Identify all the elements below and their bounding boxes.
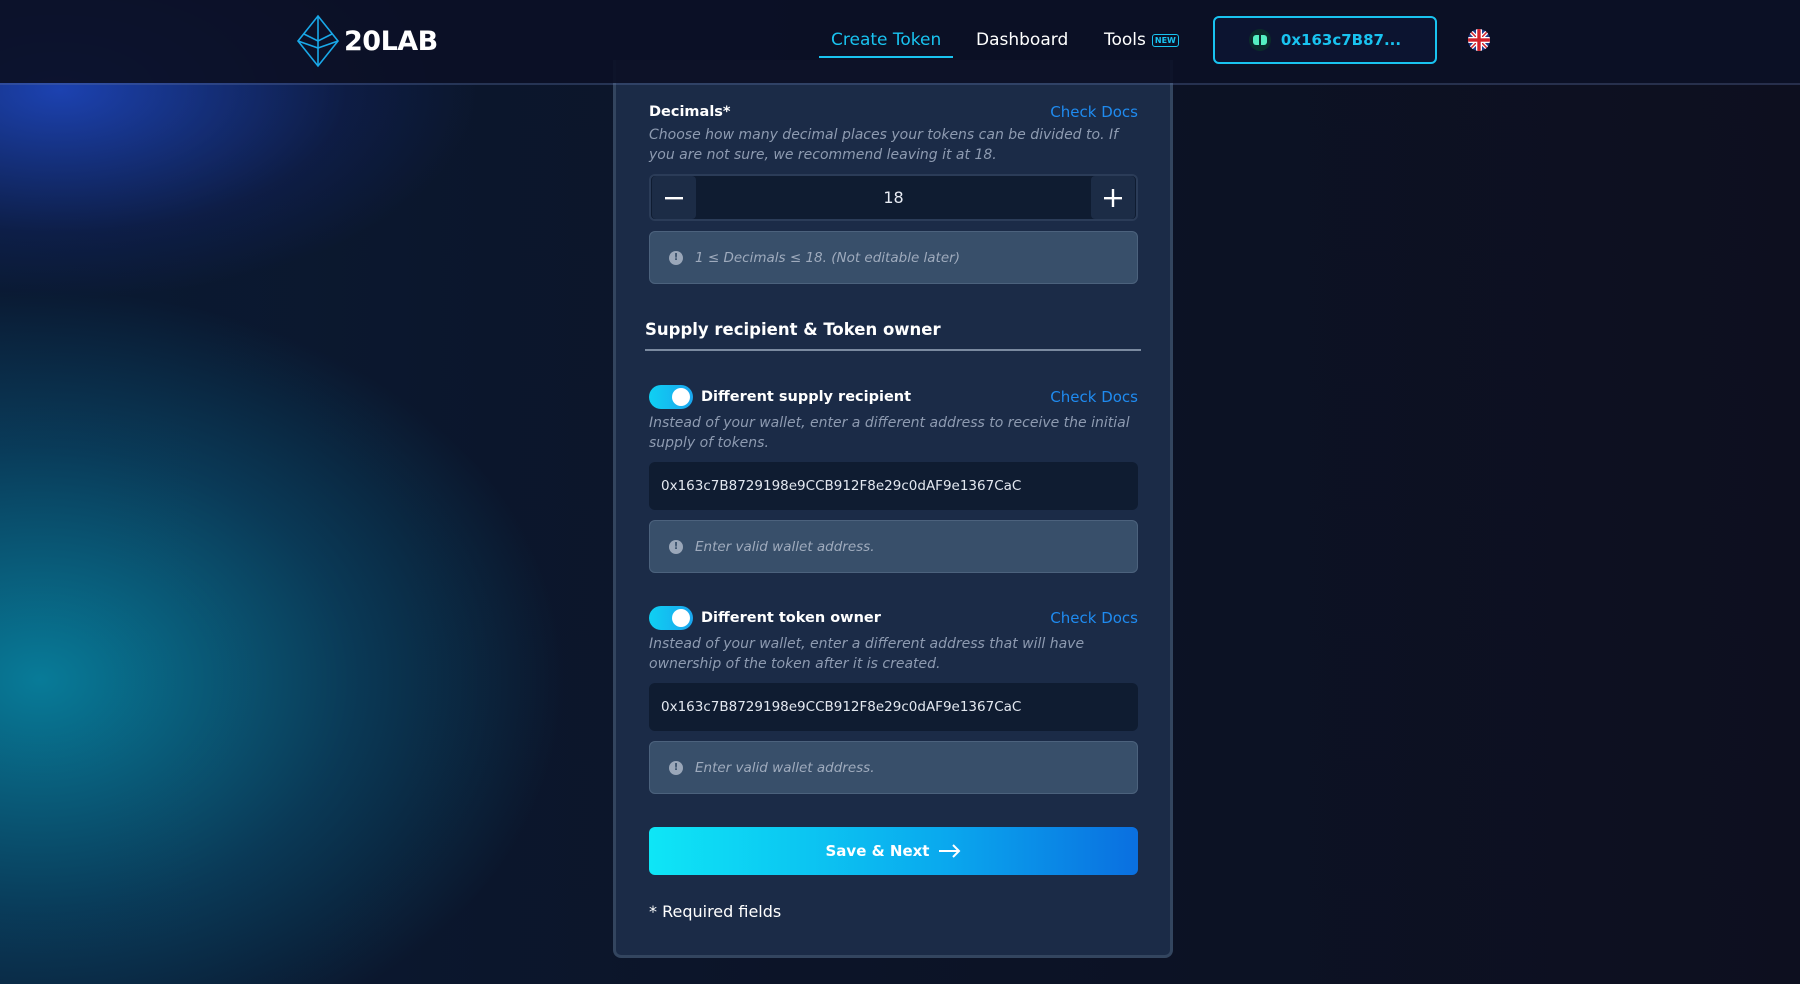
supply-recipient-field: Different supply recipient Check Docs In… [649, 385, 1138, 453]
decimals-value[interactable]: 18 [883, 188, 903, 207]
supply-recipient-info-box: ! Enter valid wallet address. [649, 520, 1138, 573]
nav-dashboard[interactable]: Dashboard [976, 0, 1068, 80]
arrow-right-icon [939, 844, 961, 858]
decimals-info-text: 1 ≤ Decimals ≤ 18. (Not editable later) [695, 249, 960, 266]
wallet-address-label: 0x163c7B87... [1280, 31, 1402, 49]
new-badge: NEW [1151, 33, 1179, 47]
token-owner-help-text: Instead of your wallet, enter a differen… [649, 636, 1085, 672]
supply-recipient-label: Different supply recipient [701, 389, 912, 405]
info-icon: ! [669, 250, 683, 265]
token-owner-field: Different token owner Check Docs Instead… [649, 606, 1138, 674]
decimals-field: Decimals* Check Docs Choose how many dec… [649, 103, 1138, 165]
supply-recipient-toggle[interactable] [649, 385, 693, 409]
decimals-info-box: ! 1 ≤ Decimals ≤ 18. (Not editable later… [649, 231, 1138, 284]
save-next-label: Save & Next [825, 842, 930, 860]
nav-create-token-label: Create Token [819, 30, 954, 58]
wallet-avatar-icon [1248, 29, 1271, 51]
decimals-docs-link[interactable]: Check Docs [1050, 103, 1138, 121]
decimals-help-text: Choose how many decimal places your toke… [649, 127, 1119, 163]
wallet-button[interactable]: 0x163c7B87... [1213, 16, 1437, 64]
token-owner-address-input[interactable]: 0x163c7B8729198e9CCB912F8e29c0dAF9e1367C… [649, 683, 1138, 731]
supply-recipient-info-text: Enter valid wallet address. [695, 538, 875, 555]
decimals-stepper: 18 [649, 174, 1138, 221]
info-icon: ! [669, 539, 683, 554]
supply-recipient-docs-link[interactable]: Check Docs [1050, 388, 1138, 406]
diamond-logo-icon [296, 14, 340, 68]
brand-name: 20LAB [344, 25, 438, 57]
nav-dashboard-label: Dashboard [976, 30, 1069, 50]
section-title: Supply recipient & Token owner [645, 320, 1141, 351]
token-owner-docs-link[interactable]: Check Docs [1050, 609, 1138, 627]
supply-recipient-help-text: Instead of your wallet, enter a differen… [649, 415, 1130, 451]
brand-logo[interactable]: 20LAB [296, 14, 438, 68]
info-icon: ! [669, 760, 683, 775]
decimals-label: Decimals* [649, 104, 731, 120]
plus-icon[interactable] [1090, 176, 1135, 219]
minus-icon[interactable] [652, 176, 696, 219]
required-fields-note: * Required fields [649, 902, 782, 921]
token-owner-label: Different token owner [701, 610, 881, 626]
nav-tools[interactable]: Tools NEW [1104, 0, 1179, 80]
token-owner-info-text: Enter valid wallet address. [695, 759, 875, 776]
save-next-button[interactable]: Save & Next [649, 827, 1138, 875]
nav-tools-label: Tools [1104, 30, 1146, 50]
supply-recipient-address-input[interactable]: 0x163c7B8729198e9CCB912F8e29c0dAF9e1367C… [649, 462, 1138, 510]
nav-create-token[interactable]: Create Token [819, 0, 954, 80]
top-navbar: 20LAB Create Token Dashboard Tools NEW 0… [0, 0, 1800, 83]
token-owner-toggle[interactable] [649, 606, 693, 630]
uk-flag-icon[interactable] [1468, 29, 1490, 51]
token-owner-info-box: ! Enter valid wallet address. [649, 741, 1138, 794]
